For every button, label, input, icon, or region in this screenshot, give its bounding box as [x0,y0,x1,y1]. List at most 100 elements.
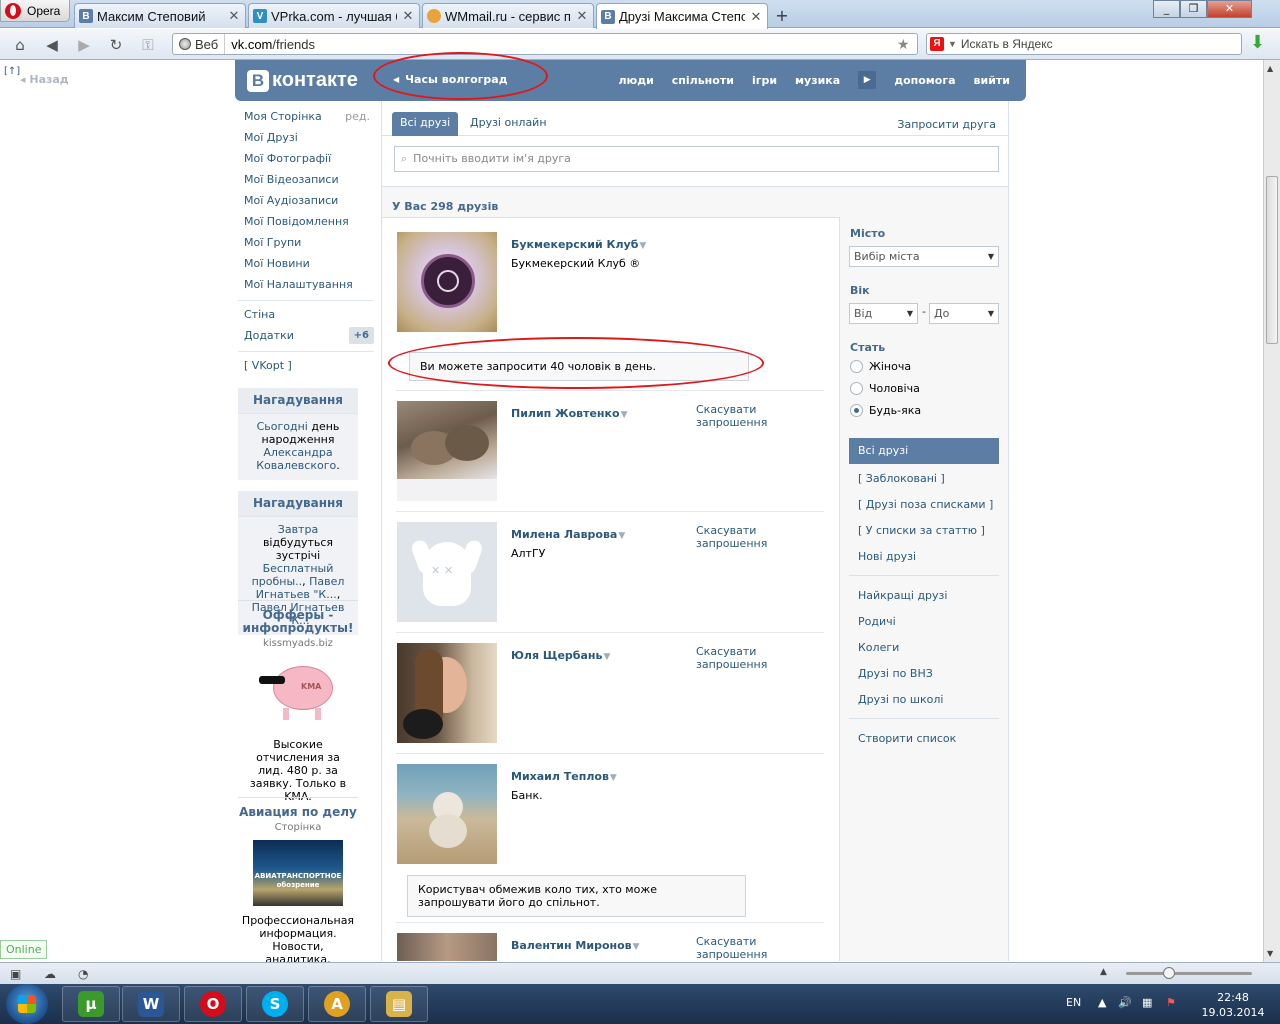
dropdown-triangle-icon[interactable]: ▼ [610,773,617,783]
tab-all-friends[interactable]: Всі друзі [392,112,459,136]
notification-flag-icon[interactable]: ⚑ [1166,996,1176,1009]
friend-avatar[interactable] [397,764,497,864]
vkopt-link[interactable]: [ VKopt ] [238,357,374,378]
network-icon[interactable]: ▦ [1142,996,1152,1009]
key-icon[interactable]: ⚿ [138,35,158,55]
reload-icon[interactable]: ↻ [106,35,126,55]
list-outside-lists[interactable]: [ Друзі поза списками ] [858,498,993,511]
menu-apps[interactable]: Додатки +6 [238,327,374,348]
tab-friends-online[interactable]: Друзі онлайн [462,112,555,136]
ad-block-2[interactable]: Авиация по делу Сторінка АВИАТРАНСПОРТНО… [238,797,358,966]
taskbar-clock[interactable]: 22:48 19.03.2014 [1200,990,1266,1020]
apps-count-badge[interactable]: +6 [348,327,374,344]
opera-menu-button[interactable]: Opera [0,0,70,22]
search-engine-dropdown-icon[interactable]: ▼ [948,39,957,49]
language-indicator[interactable]: EN [1066,996,1081,1009]
friend-search-input[interactable]: ⌕ Почніть вводити ім'я друга [394,146,999,172]
taskbar-app-utorrent[interactable]: µ [62,986,120,1022]
friend-name-link[interactable]: Валентин Миронов▼ [511,939,640,952]
dropdown-triangle-icon[interactable]: ▼ [621,410,628,420]
menu-my-page[interactable]: Моя Сторінка ред. [238,108,374,129]
radio-button[interactable] [850,382,863,395]
download-icon[interactable]: ⬇ [1250,32,1268,53]
sex-option-male[interactable]: Чоловіча [850,382,920,395]
ad-image-aviation[interactable]: АВИАТРАНСПОРТНОЕ обозрение [253,840,343,906]
edit-link[interactable]: ред. [345,108,374,129]
browser-tab[interactable]: В Друзі Максима Степо... ✕ [596,3,768,29]
friend-avatar-default[interactable]: ✕ ✕ [397,522,497,622]
taskbar-app-skype[interactable]: S [246,986,304,1022]
forward-icon[interactable]: ▶ [74,35,94,55]
menu-wall[interactable]: Стіна [238,306,374,327]
panel-icon[interactable]: ▣ [10,967,21,981]
search-field[interactable]: Я ▼ Искать в Яндекс [926,33,1242,55]
list-colleagues[interactable]: Колеги [858,641,899,654]
ad-title[interactable]: Офферы - инфопродукты! [238,609,358,635]
nav-help[interactable]: допомога [894,74,955,87]
volume-icon[interactable]: 🔊 [1118,996,1132,1009]
taskbar-app-explorer[interactable]: ▤ [370,986,428,1022]
cloud-icon[interactable]: ☁ [44,967,56,981]
invite-friend-link[interactable]: Запросити друга [897,118,996,131]
vk-logo[interactable]: В контакте [247,69,358,92]
radio-button-selected[interactable] [850,404,863,417]
menu-my-videos[interactable]: Мої Відеозаписи [238,171,374,192]
radio-button[interactable] [850,360,863,373]
dropdown-triangle-icon[interactable]: ▼ [618,531,625,541]
ad-title[interactable]: Авиация по делу [238,806,358,819]
friend-avatar[interactable] [397,401,497,501]
zoom-slider-handle[interactable] [1163,967,1175,979]
zoom-slider[interactable] [1126,967,1252,979]
cancel-invite-link[interactable]: Скасувати запрошення [696,524,824,550]
city-select[interactable]: Вибір міста ▼ [849,246,999,267]
tray-arrow-icon[interactable]: ▲ [1098,996,1106,1009]
menu-my-groups[interactable]: Мої Групи [238,234,374,255]
speed-dial-icon[interactable]: ◔ [78,967,88,981]
age-from-select[interactable]: Від ▼ [849,303,918,324]
back-icon[interactable]: ◀ [42,35,62,55]
cancel-invite-link[interactable]: Скасувати запрошення [696,935,824,961]
list-best-friends[interactable]: Найкращі друзі [858,589,947,602]
friend-name-link[interactable]: Милена Лаврова▼ [511,528,625,541]
panel-toggle-button[interactable]: [↑] [4,66,20,77]
url-text[interactable]: vk.com/friends [225,37,897,52]
music-play-icon[interactable]: ▶ [858,71,877,89]
taskbar-app-opera[interactable]: O [184,986,242,1022]
restore-button[interactable]: ❐ [1180,0,1207,18]
friend-name-link[interactable]: Юля Щербань▼ [511,649,610,662]
home-icon[interactable]: ⌂ [10,35,30,55]
list-relatives[interactable]: Родичі [858,615,896,628]
reminder-link-today[interactable]: Сьогодні [257,420,308,433]
web-scheme-badge[interactable]: Веб [173,34,226,54]
menu-my-news[interactable]: Мої Новини [238,255,374,276]
menu-my-audio[interactable]: Мої Аудіозаписи [238,192,374,213]
friend-name-link[interactable]: Михаил Теплов▼ [511,770,617,783]
cancel-invite-link[interactable]: Скасувати запрошення [696,403,824,429]
taskbar-app-word[interactable]: W [122,986,180,1022]
list-blocked[interactable]: [ Заблоковані ] [858,472,945,485]
nav-games[interactable]: ігри [752,74,777,87]
menu-my-settings[interactable]: Мої Налаштування [238,276,374,297]
create-list-link[interactable]: Створити список [858,732,956,745]
scroll-down-icon[interactable]: ▼ [1267,949,1273,958]
friend-avatar[interactable] [397,232,497,332]
close-tab-icon[interactable]: ✕ [227,8,241,24]
friend-name-link[interactable]: Букмекерский Клуб▼ [511,238,646,251]
list-school[interactable]: Друзі по школі [858,693,943,706]
nav-logout[interactable]: вийти [974,74,1010,87]
friend-avatar[interactable] [397,933,497,961]
menu-my-messages[interactable]: Мої Повідомлення [238,213,374,234]
close-tab-icon[interactable]: ✕ [575,8,589,24]
cancel-invite-link[interactable]: Скасувати запрошення [696,645,824,671]
address-field[interactable]: Веб vk.com/friends ★ [172,33,918,55]
age-to-select[interactable]: До ▼ [929,303,999,324]
list-all-friends[interactable]: Всі друзі [849,438,999,464]
scroll-thumb[interactable] [1266,176,1278,344]
menu-my-friends[interactable]: Мої Друзі [238,129,374,150]
browser-tab[interactable]: V VPrka.com - лучшая б...✕ [248,3,420,28]
nav-music[interactable]: музика [795,74,840,87]
reminder-link-tomorrow[interactable]: Завтра [278,523,318,536]
browser-tab[interactable]: WMmail.ru - сервис п... ✕ [422,3,594,28]
bookmark-star-icon[interactable]: ★ [897,36,917,53]
ad-image-piggy[interactable]: KMA [253,658,343,728]
